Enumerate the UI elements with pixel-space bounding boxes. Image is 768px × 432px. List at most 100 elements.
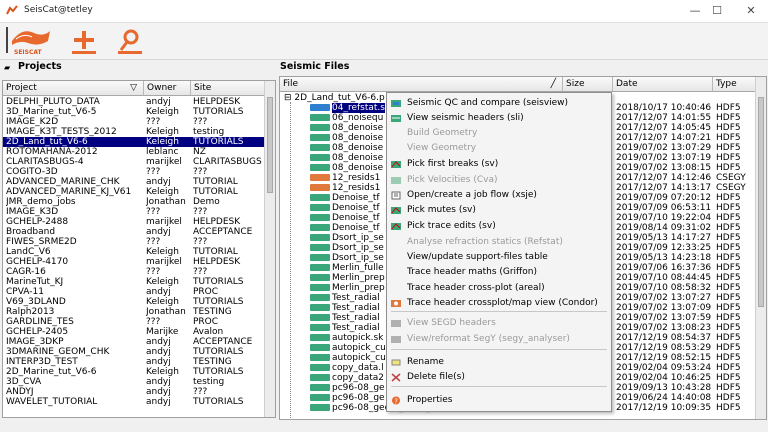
project-row[interactable]: Ralph2013 Jonathan TESTING — [3, 307, 265, 317]
minimize-button[interactable]: — — [688, 4, 702, 18]
search-project-button[interactable] — [114, 25, 146, 57]
project-row[interactable]: 2D_Land_tut_V6-6 Keleigh TUTORIALS — [3, 137, 265, 147]
file-name: Denoise_tf — [332, 223, 380, 233]
project-name: INTERP3D_TEST — [6, 357, 78, 367]
menu-item-label: View SEGD headers — [407, 318, 496, 328]
projects-scrollbar-thumb[interactable] — [267, 97, 273, 193]
close-button[interactable]: ✕ — [744, 4, 758, 18]
project-row[interactable]: IMAGE_K3D?????? — [3, 207, 265, 217]
menu-item-build-geometry[interactable]: Build Geometry — [387, 126, 611, 141]
project-name: GCHELP-2405 — [6, 327, 69, 337]
project-row[interactable]: COGITO-3D?????? — [3, 167, 265, 177]
menu-item-trace-header-crossplot-map-view-condor[interactable]: Trace header crossplot/map view (Condor) — [387, 296, 611, 311]
menu-item-view-reformat-segy-segy-analyser[interactable]: View/reformat SegY (segy_analyser) — [387, 332, 611, 347]
menu-item-pick-first-breaks-sv[interactable]: Pick first breaks (sv) — [387, 157, 611, 172]
project-name: V69_3DLAND — [6, 297, 66, 307]
velocity-icon — [391, 177, 401, 184]
project-owner: andyj — [146, 387, 171, 397]
projects-scrollbar[interactable] — [264, 81, 275, 417]
file-type: HDF5 — [716, 153, 741, 163]
file-date: 2018/10/17 10:40:46 — [616, 103, 712, 113]
menu-item-rename[interactable]: Rename — [387, 355, 611, 370]
project-name: CLARITASBUGS-4 — [6, 157, 84, 167]
project-row[interactable]: GCHELP-4170 marijkel HELPDESK — [3, 257, 265, 267]
project-row[interactable]: ROTOMAHANA-2012 leblanc NZ — [3, 147, 265, 157]
project-row[interactable]: V69_3DLAND Keleigh TUTORIALS — [3, 297, 265, 307]
file-date: 2019/02/04 10:46:25 — [616, 373, 712, 383]
maximize-button[interactable]: ☐ — [710, 4, 724, 18]
seismic-file-icon — [310, 364, 330, 371]
svg-text:SEISCAT: SEISCAT — [14, 49, 43, 56]
menu-item-trace-header-cross-plot-areal[interactable]: Trace header cross-plot (areal) — [387, 281, 611, 296]
menu-item-pick-trace-edits-sv[interactable]: Pick trace edits (sv) — [387, 219, 611, 234]
menu-item-view-geometry[interactable]: View Geometry — [387, 141, 611, 156]
file-date: 2019/07/02 13:07:29 — [616, 143, 712, 153]
column-header-size[interactable]: Size — [563, 77, 613, 92]
project-row[interactable]: DELPHI_PLUTO_DATA andyj HELPDESK — [3, 97, 265, 107]
project-name: 3D_CVA — [6, 377, 42, 387]
project-row[interactable]: 2D_Marine_tut_V6-6 Keleigh TUTORIALS — [3, 367, 265, 377]
column-header-file[interactable]: File ╱ — [280, 77, 563, 92]
project-row[interactable]: CAGR-16?????? — [3, 267, 265, 277]
project-row[interactable]: IMAGE_K2D?????? — [3, 117, 265, 127]
column-header-site[interactable]: Site — [191, 81, 265, 96]
column-header-date[interactable]: Date — [613, 77, 713, 92]
seiscat-logo-button[interactable]: SEISCAT — [4, 25, 54, 57]
column-header-owner[interactable]: Owner — [144, 81, 191, 96]
project-row[interactable]: ANDYJ andyj??? — [3, 387, 265, 397]
project-row[interactable]: GCHELP-2488 marijkel HELPDESK — [3, 217, 265, 227]
files-scrollbar-thumb[interactable] — [758, 97, 764, 307]
add-project-button[interactable] — [68, 25, 100, 57]
project-row[interactable]: 3D_CVA andyj testing — [3, 377, 265, 387]
file-type: HDF5 — [716, 123, 741, 133]
delete-icon — [391, 373, 401, 382]
project-row[interactable]: IMAGE_3DKP andyj ACCEPTANCE — [3, 337, 265, 347]
project-row[interactable]: 3D_Marine_tut_V6-5 Keleigh TUTORIALS — [3, 107, 265, 117]
project-owner: ??? — [146, 117, 161, 127]
file-name: Merlin_prep — [332, 283, 385, 293]
menu-item-view-segd-headers[interactable]: View SEGD headers — [387, 316, 611, 331]
file-name: 06_noisequ — [332, 113, 384, 123]
menu-item-delete-file-s[interactable]: Delete file(s) — [387, 370, 611, 385]
menu-item-pick-velocities-cva[interactable]: Pick Velocities (Cva) — [387, 173, 611, 188]
file-name: 08_denoise — [332, 123, 384, 133]
tree-root-row[interactable]: ⊟ 2D_Land_tut_V6-6.p — [284, 93, 385, 103]
menu-item-label: Analyse refraction statics (Refstat) — [407, 237, 563, 247]
menu-item-view-seismic-headers-sli[interactable]: View seismic headers (sli) — [387, 111, 611, 126]
project-owner: ??? — [146, 237, 161, 247]
project-row[interactable]: FIWES_SRME2D?????? — [3, 237, 265, 247]
seismic-file-icon — [310, 124, 330, 131]
file-name: 12_resids1 — [332, 183, 381, 193]
project-row[interactable]: Broadband andyj ACCEPTANCE — [3, 227, 265, 237]
file-type: HDF5 — [716, 133, 741, 143]
project-row[interactable]: GCHELP-2405 Marijke Avalon — [3, 327, 265, 337]
project-row[interactable]: ADVANCED_MARINE_CHK andyj TUTORIAL — [3, 177, 265, 187]
project-row[interactable]: MarineTut_KJ Keleigh TUTORIALS — [3, 277, 265, 287]
column-header-type[interactable]: Type — [713, 77, 756, 92]
menu-item-properties[interactable]: ? Properties — [387, 393, 611, 408]
project-row[interactable]: LandC_V6 Keleigh TUTORIAL — [3, 247, 265, 257]
project-row[interactable]: CLARITASBUGS-4 marijkel CLARITASBUGS — [3, 157, 265, 167]
seismic-file-icon — [310, 154, 330, 161]
seismic-file-icon — [310, 134, 330, 141]
column-header-project[interactable]: Project ▽ — [3, 81, 144, 96]
project-row[interactable]: CPVA-11 andyj PROC — [3, 287, 265, 297]
project-row[interactable]: 3DMARINE_GEOM_CHK andyj TUTORIALS — [3, 347, 265, 357]
project-row[interactable]: INTERP3D_TEST andyj TESTING — [3, 357, 265, 367]
project-row[interactable]: GARDLINE_TES??? PROC — [3, 317, 265, 327]
menu-item-pick-mutes-sv[interactable]: Pick mutes (sv) — [387, 203, 611, 218]
menu-item-open-create-a-job-flow-xsje[interactable]: Open/create a job flow (xsje) — [387, 188, 611, 203]
menu-item-view-update-support-files-table[interactable]: View/update support-files table — [387, 250, 611, 265]
seiscat-app-icon — [6, 5, 18, 15]
menu-item-seismic-qc-and-compare-seisview[interactable]: Seismic QC and compare (seisview) — [387, 96, 611, 111]
project-site: TUTORIAL — [193, 177, 238, 187]
file-date: 2019/07/02 13:07:19 — [616, 153, 712, 163]
files-scrollbar[interactable] — [755, 77, 766, 419]
project-row[interactable]: ADVANCED_MARINE_KJ_V61 Keleigh TUTORIAL — [3, 187, 265, 197]
project-row[interactable]: IMAGE_K3T_TESTS_2012 Keleigh testing — [3, 127, 265, 137]
menu-item-trace-header-maths-griffon[interactable]: Trace header maths (Griffon) — [387, 265, 611, 280]
file-name: Test_radial — [332, 313, 380, 323]
menu-item-analyse-refraction-statics-refstat[interactable]: Analyse refraction statics (Refstat) — [387, 235, 611, 250]
project-row[interactable]: JMR_demo_jobs Jonathan Demo — [3, 197, 265, 207]
project-row[interactable]: WAVELET_TUTORIAL andyj TUTORIALS — [3, 397, 265, 407]
